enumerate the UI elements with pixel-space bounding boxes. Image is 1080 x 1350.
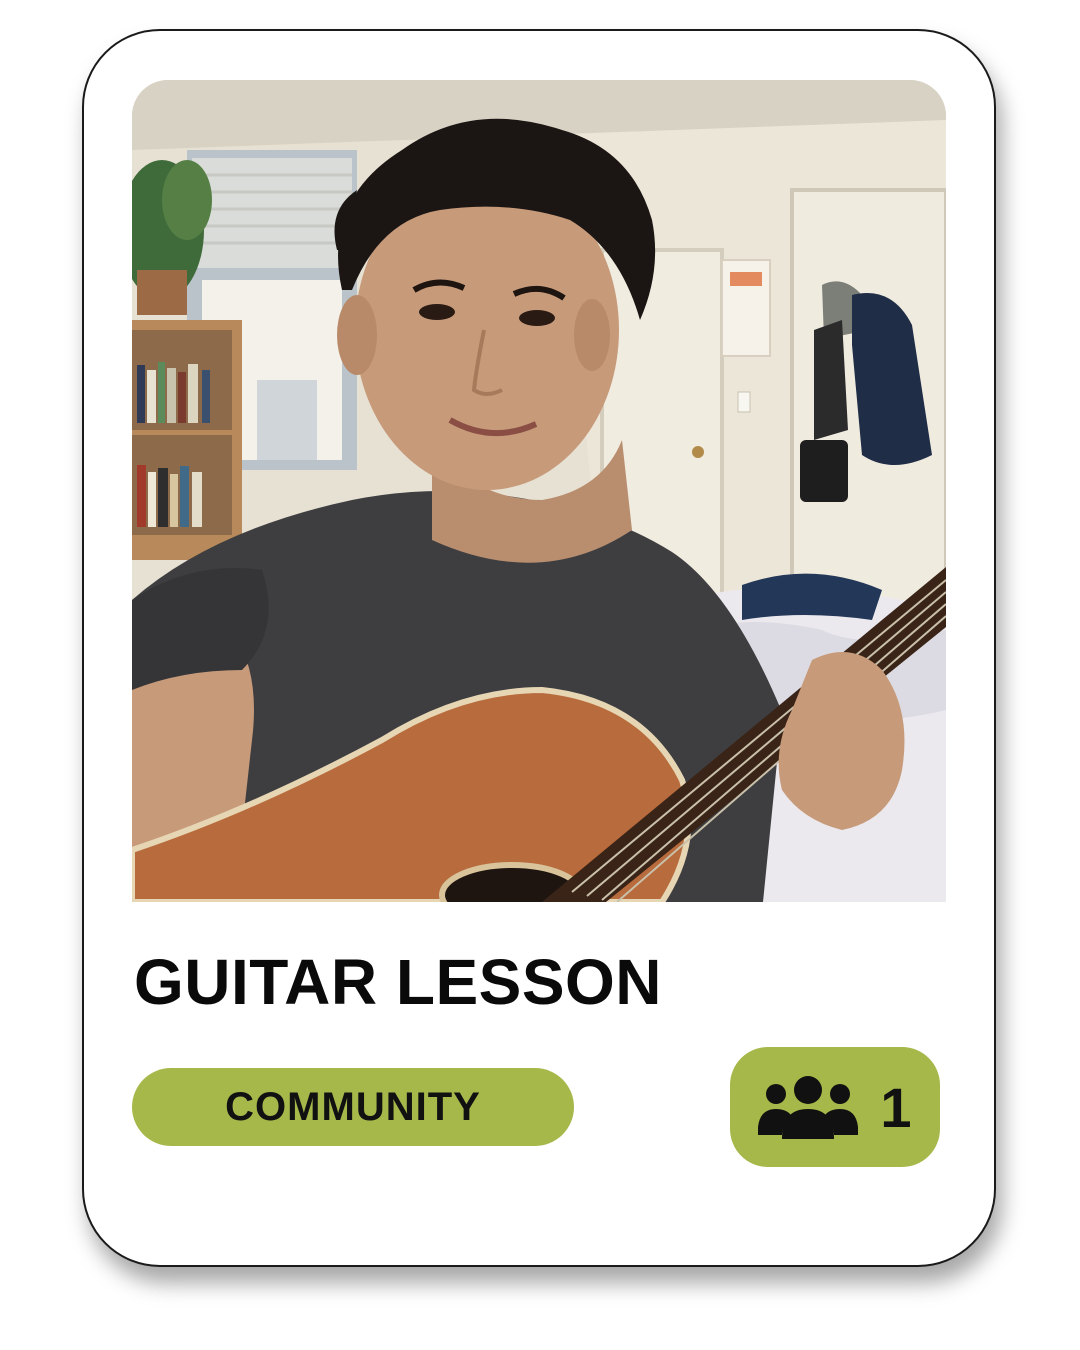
category-tag[interactable]: COMMUNITY <box>132 1068 574 1146</box>
users-icon <box>758 1076 859 1139</box>
members-count: 1 <box>880 1075 912 1139</box>
event-photo <box>132 80 946 902</box>
category-label: COMMUNITY <box>225 1084 481 1129</box>
event-title: GUITAR LESSON <box>134 946 662 1018</box>
members-count-badge[interactable]: 1 <box>730 1047 940 1167</box>
